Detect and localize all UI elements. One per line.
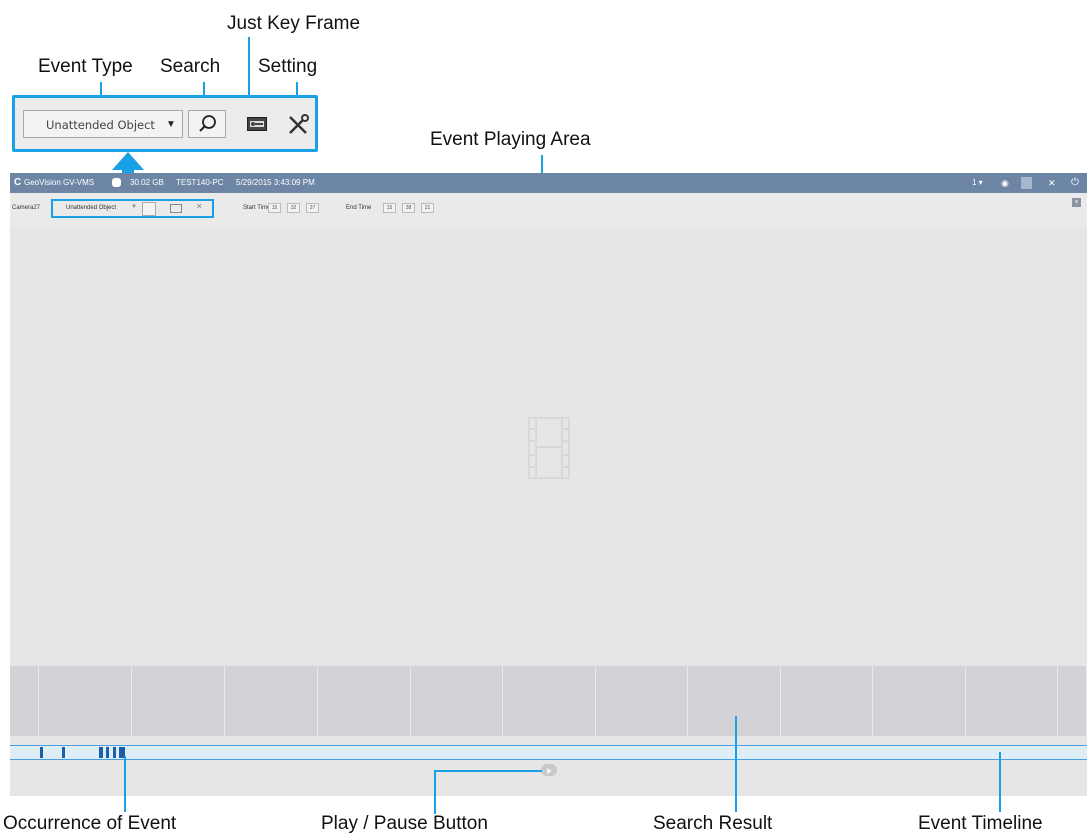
film-icon — [528, 417, 570, 479]
start-time-label: Start Time — [243, 205, 271, 211]
current-datetime: 5/29/2015 3:43:09 PM — [236, 178, 315, 187]
annotation-event-type: Event Type — [38, 56, 133, 77]
key-frame-button-small[interactable] — [170, 204, 182, 213]
play-pause-button[interactable] — [541, 764, 557, 776]
annotation-play-pause-button: Play / Pause Button — [321, 813, 488, 834]
annotation-event-playing-area: Event Playing Area — [430, 129, 591, 150]
annotation-occurrence-of-event: Occurrence of Event — [3, 813, 177, 834]
end-time-label: End Time — [346, 205, 372, 211]
event-occurrence-mark[interactable] — [62, 747, 65, 758]
start-hour[interactable]: 15 — [268, 203, 281, 213]
application-window: C GeoVision GV-VMS 30.02 GB TEST140-PC 5… — [10, 173, 1087, 796]
title-bar: C GeoVision GV-VMS 30.02 GB TEST140-PC 5… — [10, 173, 1087, 193]
event-playing-area[interactable] — [10, 227, 1087, 669]
storage-icon — [112, 178, 121, 187]
search-result-item[interactable] — [503, 666, 596, 736]
leader-search-result — [735, 716, 737, 812]
event-toolbar-zoom-callout: Unattended Object ▼ — [12, 95, 318, 152]
leader-event-timeline — [999, 752, 1001, 812]
search-result-item[interactable] — [132, 666, 225, 736]
event-type-dropdown[interactable]: Unattended Object ▼ — [23, 110, 183, 138]
search-result-item[interactable] — [39, 666, 132, 736]
annotation-event-timeline: Event Timeline — [918, 813, 1043, 834]
annotation-search: Search — [160, 56, 221, 77]
close-icon[interactable]: × — [1072, 198, 1081, 207]
play-icon — [547, 768, 552, 774]
search-result-item[interactable] — [318, 666, 411, 736]
app-logo-icon: C — [14, 177, 22, 188]
storage-size: 30.02 GB — [130, 178, 164, 187]
camera-name: Camera27 — [12, 205, 41, 211]
end-hour[interactable]: 15 — [383, 203, 396, 213]
chevron-down-icon: ▼ — [166, 119, 176, 130]
search-result-item[interactable] — [411, 666, 503, 736]
playback-controls — [10, 760, 1087, 796]
event-type-dropdown-small[interactable]: Unattended Object — [66, 205, 116, 211]
annotation-setting: Setting — [258, 56, 318, 77]
just-key-frame-button[interactable] — [247, 117, 267, 136]
annotation-search-result: Search Result — [653, 813, 773, 834]
search-icon — [199, 115, 216, 132]
search-button-small[interactable] — [142, 202, 156, 216]
event-toolbar: Camera27 Unattended Object ▼ ✕ Start Tim… — [10, 193, 1087, 227]
eye-icon[interactable]: ◉ — [1001, 173, 1009, 193]
search-result-item[interactable] — [10, 666, 39, 736]
power-icon[interactable]: ⏻ — [1071, 173, 1079, 193]
key-frame-icon — [247, 117, 267, 131]
setting-icon — [289, 114, 309, 134]
start-second[interactable]: 27 — [306, 203, 319, 213]
event-occurrence-mark[interactable] — [106, 747, 109, 758]
search-result-item[interactable] — [225, 666, 318, 736]
event-occurrence-mark[interactable] — [113, 747, 116, 758]
leader-occurrence — [124, 756, 126, 812]
chevron-down-icon: ▼ — [131, 204, 137, 210]
leader-play-pause-horizontal — [434, 770, 542, 772]
search-result-item[interactable] — [873, 666, 966, 736]
leader-play-pause — [434, 770, 436, 814]
search-result-item[interactable] — [596, 666, 688, 736]
end-minute[interactable]: 38 — [402, 203, 415, 213]
setting-button-small[interactable]: ✕ — [196, 202, 203, 211]
setting-button[interactable] — [287, 114, 309, 141]
end-second[interactable]: 21 — [421, 203, 434, 213]
annotation-just-key-frame: Just Key Frame — [227, 13, 361, 34]
search-result-item[interactable] — [781, 666, 873, 736]
start-minute[interactable]: 32 — [287, 203, 300, 213]
search-result-item[interactable] — [966, 666, 1058, 736]
save-icon[interactable] — [1021, 177, 1032, 189]
event-occurrence-mark[interactable] — [99, 747, 103, 758]
search-button[interactable] — [188, 110, 226, 138]
pc-name: TEST140-PC — [176, 178, 224, 187]
event-timeline[interactable] — [10, 745, 1087, 760]
app-brand: GeoVision GV-VMS — [24, 178, 95, 187]
search-result-item[interactable] — [1058, 666, 1087, 736]
event-occurrence-mark[interactable] — [40, 747, 43, 758]
search-result-strip — [10, 666, 1087, 736]
screen-select[interactable]: 1 ▾ — [972, 173, 983, 193]
tools-icon[interactable]: ✕ — [1048, 173, 1056, 193]
event-type-value: Unattended Object — [46, 118, 155, 132]
